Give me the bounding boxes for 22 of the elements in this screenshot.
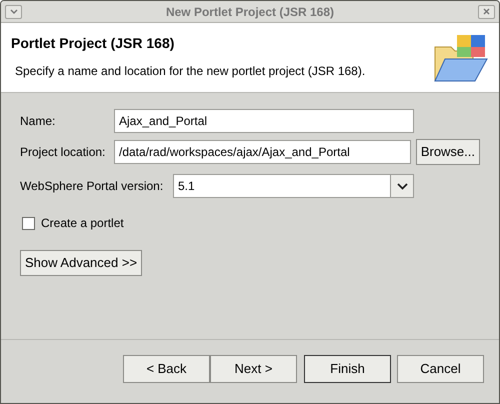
field-label: Project location: — [20, 144, 106, 161]
dialog-button[interactable]: Next > — [210, 354, 297, 382]
text-field[interactable]: Ajax_and_Portal — [114, 109, 414, 133]
create-portlet-checkbox[interactable] — [22, 216, 35, 230]
close-button[interactable] — [478, 4, 495, 18]
text-field[interactable]: /data/rad/workspaces/ajax/Ajax_and_Portal — [114, 140, 411, 164]
window-title: New Portlet Project (JSR 168) — [166, 4, 334, 20]
page-description: Specify a name and location for the new portlet project (JSR 168). — [14, 63, 366, 80]
chevron-down-icon — [396, 182, 408, 190]
dialog-button[interactable]: < Back — [123, 354, 210, 382]
checkbox-label: Create a portlet — [41, 215, 124, 232]
dialog-button[interactable]: Finish — [304, 354, 391, 382]
close-icon — [483, 8, 490, 15]
chevron-down-icon — [10, 9, 18, 14]
version-dropdown[interactable]: 5.1 — [173, 174, 414, 198]
show-advanced-button[interactable]: Show Advanced >> — [20, 250, 142, 276]
field-label: Name: — [20, 113, 56, 130]
page-title: Portlet Project (JSR 168) — [11, 34, 176, 53]
dialog-button[interactable]: Cancel — [397, 354, 484, 382]
browse-button[interactable]: Browse... — [416, 139, 480, 165]
window-menu-button[interactable] — [5, 4, 22, 18]
field-label: WebSphere Portal version: — [20, 178, 164, 195]
